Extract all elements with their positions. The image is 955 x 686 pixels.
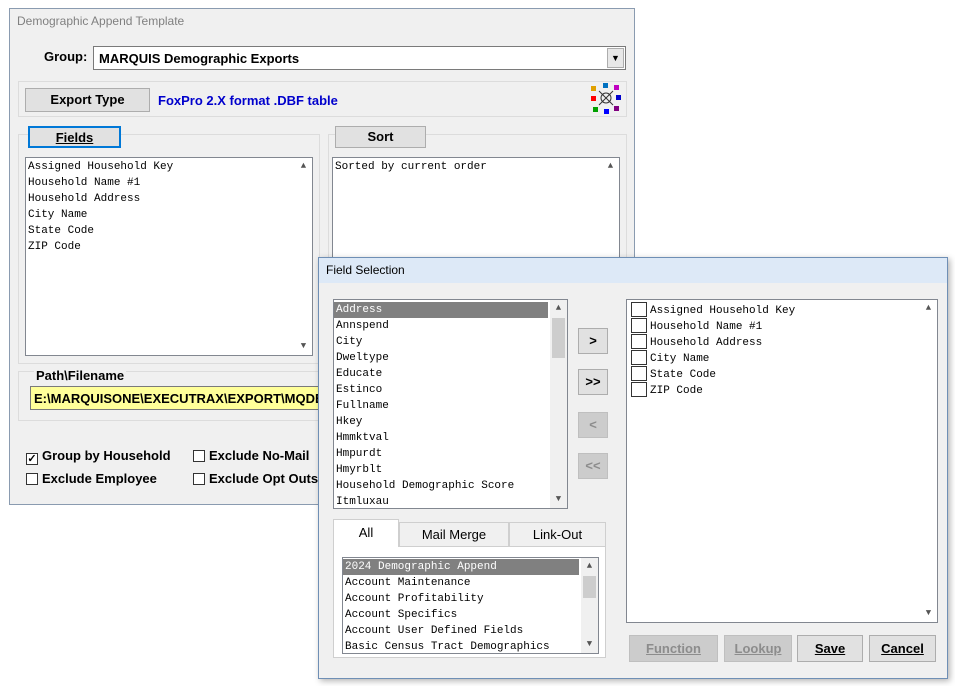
tab-all[interactable]: All (333, 519, 399, 547)
field-selection-dialog: Field Selection Address Annspend City Dw… (318, 257, 948, 679)
group-by-household-checkbox[interactable]: ✓ Group by Household (26, 448, 171, 465)
list-item[interactable]: Annspend (334, 318, 567, 334)
scroll-up-icon[interactable]: ▲ (581, 558, 598, 575)
list-item[interactable]: Hmmktval (334, 430, 567, 446)
add-all-fields-button[interactable]: >> (578, 369, 608, 395)
selected-fields-list[interactable]: Assigned Household Key Household Name #1… (626, 299, 938, 623)
export-type-button[interactable]: Export Type (25, 88, 150, 112)
list-item[interactable]: Account Specifics (343, 607, 598, 623)
list-item[interactable]: Household Name #1 (26, 175, 312, 191)
list-item[interactable]: Assigned Household Key (26, 159, 312, 175)
list-item[interactable]: Account Maintenance (343, 575, 598, 591)
color-palette-icon[interactable] (590, 82, 622, 114)
scroll-thumb[interactable] (583, 576, 596, 598)
list-item[interactable]: Household Address (26, 191, 312, 207)
scrollbar[interactable]: ▲ ▼ (920, 300, 937, 622)
sort-list[interactable]: Sorted by current order ▲ (332, 157, 620, 267)
path-input[interactable]: E:\MARQUISONE\EXECUTRAX\EXPORT\MQDE (30, 386, 320, 410)
checkbox[interactable] (631, 382, 647, 397)
list-item[interactable]: Hmyrblt (334, 462, 567, 478)
checkbox[interactable] (631, 350, 647, 365)
scroll-down-icon[interactable]: ▼ (920, 605, 937, 622)
list-item[interactable]: 2024 Demographic Append (343, 559, 579, 575)
fields-list[interactable]: Assigned Household Key Household Name #1… (25, 157, 313, 356)
list-item[interactable]: Assigned Household Key (629, 302, 937, 318)
list-item[interactable]: Basic Census Tract Demographics (343, 639, 598, 653)
fields-button[interactable]: Fields (28, 126, 121, 148)
export-type-value: FoxPro 2.X format .DBF table (158, 93, 338, 108)
list-item[interactable]: Dweltype (334, 350, 567, 366)
exclude-employee-checkbox[interactable]: Exclude Employee (26, 471, 157, 486)
list-item[interactable]: Address (334, 302, 548, 318)
exclude-opt-outs-checkbox[interactable]: Exclude Opt Outs (193, 471, 318, 486)
list-item[interactable]: ZIP Code (26, 239, 312, 255)
list-item[interactable]: Hkey (334, 414, 567, 430)
scroll-up-icon[interactable]: ▲ (295, 158, 312, 175)
list-item[interactable]: Household Address (629, 334, 937, 350)
path-label: Path\Filename (34, 368, 127, 383)
scroll-down-icon[interactable]: ▼ (581, 636, 598, 653)
remove-all-fields-button[interactable]: << (578, 453, 608, 479)
list-item[interactable]: Account Profitability (343, 591, 598, 607)
group-select[interactable]: MARQUIS Demographic Exports ▼ (93, 46, 626, 70)
scrollbar[interactable]: ▲ ▼ (295, 158, 312, 355)
remove-field-button[interactable]: < (578, 412, 608, 438)
scrollbar[interactable]: ▲ (602, 158, 619, 266)
list-item[interactable]: Estinco (334, 382, 567, 398)
list-item[interactable]: State Code (629, 366, 937, 382)
exclude-no-mail-checkbox[interactable]: Exclude No-Mail (193, 448, 309, 463)
sort-button[interactable]: Sort (335, 126, 426, 148)
scroll-down-icon[interactable]: ▼ (550, 491, 567, 508)
scroll-down-icon[interactable]: ▼ (295, 338, 312, 355)
sort-text: Sorted by current order (335, 161, 487, 173)
checkbox[interactable] (631, 366, 647, 381)
available-fields-list[interactable]: Address Annspend City Dweltype Educate E… (333, 299, 568, 509)
scroll-up-icon[interactable]: ▲ (550, 300, 567, 317)
list-item[interactable]: City (334, 334, 567, 350)
scrollbar[interactable]: ▲ ▼ (550, 300, 567, 508)
cancel-button[interactable]: Cancel (869, 635, 936, 662)
tab-mail-merge[interactable]: Mail Merge (399, 522, 509, 547)
scroll-up-icon[interactable]: ▲ (920, 300, 937, 317)
scroll-up-icon[interactable]: ▲ (602, 158, 619, 175)
list-item[interactable]: Household Name #1 (629, 318, 937, 334)
function-button[interactable]: Function (629, 635, 718, 662)
add-field-button[interactable]: > (578, 328, 608, 354)
checkbox[interactable] (631, 302, 647, 317)
scrollbar[interactable]: ▲ ▼ (581, 558, 598, 653)
dialog-title: Field Selection (319, 258, 947, 283)
list-item[interactable]: Account User Defined Fields (343, 623, 598, 639)
lookup-button[interactable]: Lookup (724, 635, 792, 662)
list-item[interactable]: City Name (629, 350, 937, 366)
list-item[interactable]: State Code (26, 223, 312, 239)
window-title: Demographic Append Template (17, 14, 185, 28)
list-item[interactable]: City Name (26, 207, 312, 223)
save-button[interactable]: Save (797, 635, 863, 662)
scroll-thumb[interactable] (552, 318, 565, 358)
checkbox-checked-icon[interactable]: ✓ (26, 453, 38, 465)
category-list[interactable]: 2024 Demographic Append Account Maintena… (342, 557, 599, 654)
list-item[interactable]: Educate (334, 366, 567, 382)
checkbox[interactable] (631, 318, 647, 333)
checkbox[interactable] (631, 334, 647, 349)
group-label: Group: (44, 49, 88, 64)
list-item[interactable]: Hmpurdt (334, 446, 567, 462)
list-item[interactable]: Fullname (334, 398, 567, 414)
tab-link-out[interactable]: Link-Out (509, 522, 606, 547)
list-item[interactable]: Household Demographic Score (334, 478, 567, 494)
list-item[interactable]: ZIP Code (629, 382, 937, 398)
list-item[interactable]: Itmluxau (334, 494, 567, 508)
chevron-down-icon[interactable]: ▼ (607, 48, 624, 68)
